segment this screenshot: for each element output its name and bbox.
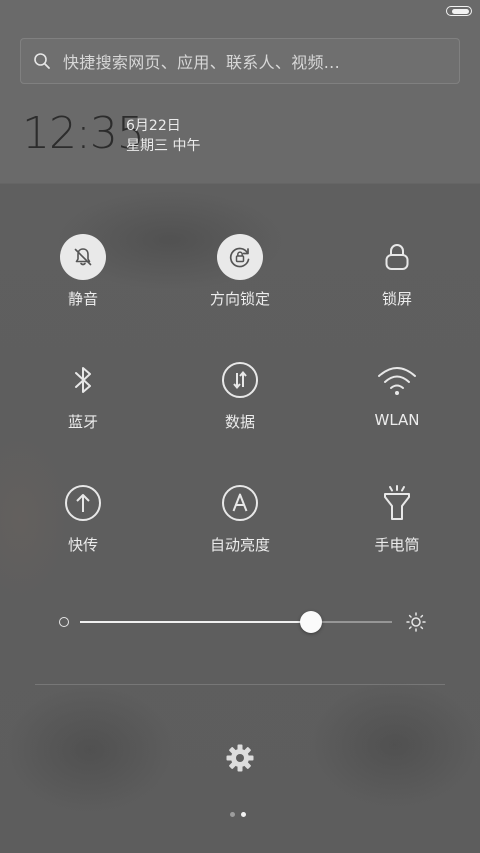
bell-off-icon	[60, 234, 106, 280]
brightness-slider[interactable]	[56, 606, 426, 638]
weekday-text: 星期三 中午	[126, 138, 201, 154]
divider	[35, 684, 445, 685]
toggle-rotation-lock[interactable]: 方向锁定	[170, 234, 310, 309]
toggle-label: 锁屏	[381, 290, 412, 308]
toggle-label: 蓝牙	[67, 413, 98, 431]
slider-fill	[80, 621, 311, 623]
page-indicator	[230, 812, 246, 817]
date-text: 6月22日	[126, 118, 181, 134]
auto-brightness-icon	[217, 480, 263, 526]
mobile-data-icon	[217, 357, 263, 403]
brightness-low-icon	[59, 617, 69, 627]
page-dot	[241, 812, 246, 817]
date-block[interactable]: 6月22日 星期三 中午	[126, 116, 200, 156]
slider-thumb[interactable]	[299, 611, 322, 633]
search-bar[interactable]: 快捷搜索网页、应用、联系人、视频...	[20, 38, 460, 84]
toggle-label: 手电筒	[374, 536, 420, 554]
toggle-label: 自动亮度	[209, 536, 270, 554]
toggle-label: 数据	[224, 413, 255, 431]
toggle-label: 方向锁定	[209, 290, 270, 308]
toggle-quick-share[interactable]: 快传	[13, 480, 153, 555]
settings-button[interactable]	[222, 740, 258, 776]
toggle-wlan[interactable]: WLAN	[327, 357, 467, 429]
gear-icon	[226, 744, 254, 772]
status-bar	[446, 6, 472, 16]
wifi-icon	[374, 357, 420, 403]
toggle-mobile-data[interactable]: 数据	[170, 357, 310, 432]
rotation-lock-icon	[217, 234, 263, 280]
search-placeholder: 快捷搜索网页、应用、联系人、视频...	[63, 53, 340, 72]
toggle-flashlight[interactable]: 手电筒	[327, 480, 467, 555]
battery-icon	[446, 6, 472, 16]
toggle-mute[interactable]: 静音	[13, 234, 153, 309]
toggle-lock-screen[interactable]: 锁屏	[327, 234, 467, 309]
brightness-high-icon	[406, 612, 426, 632]
flashlight-icon	[374, 480, 420, 526]
toggle-label: 快传	[67, 536, 98, 554]
share-upload-icon	[60, 480, 106, 526]
toggle-label: 静音	[67, 290, 98, 308]
toggle-label: WLAN	[374, 411, 420, 429]
bluetooth-icon	[60, 357, 106, 403]
search-icon	[34, 53, 50, 69]
toggle-bluetooth[interactable]: 蓝牙	[13, 357, 153, 432]
lock-icon	[374, 234, 420, 280]
page-dot	[230, 812, 235, 817]
toggle-auto-brightness[interactable]: 自动亮度	[170, 480, 310, 555]
